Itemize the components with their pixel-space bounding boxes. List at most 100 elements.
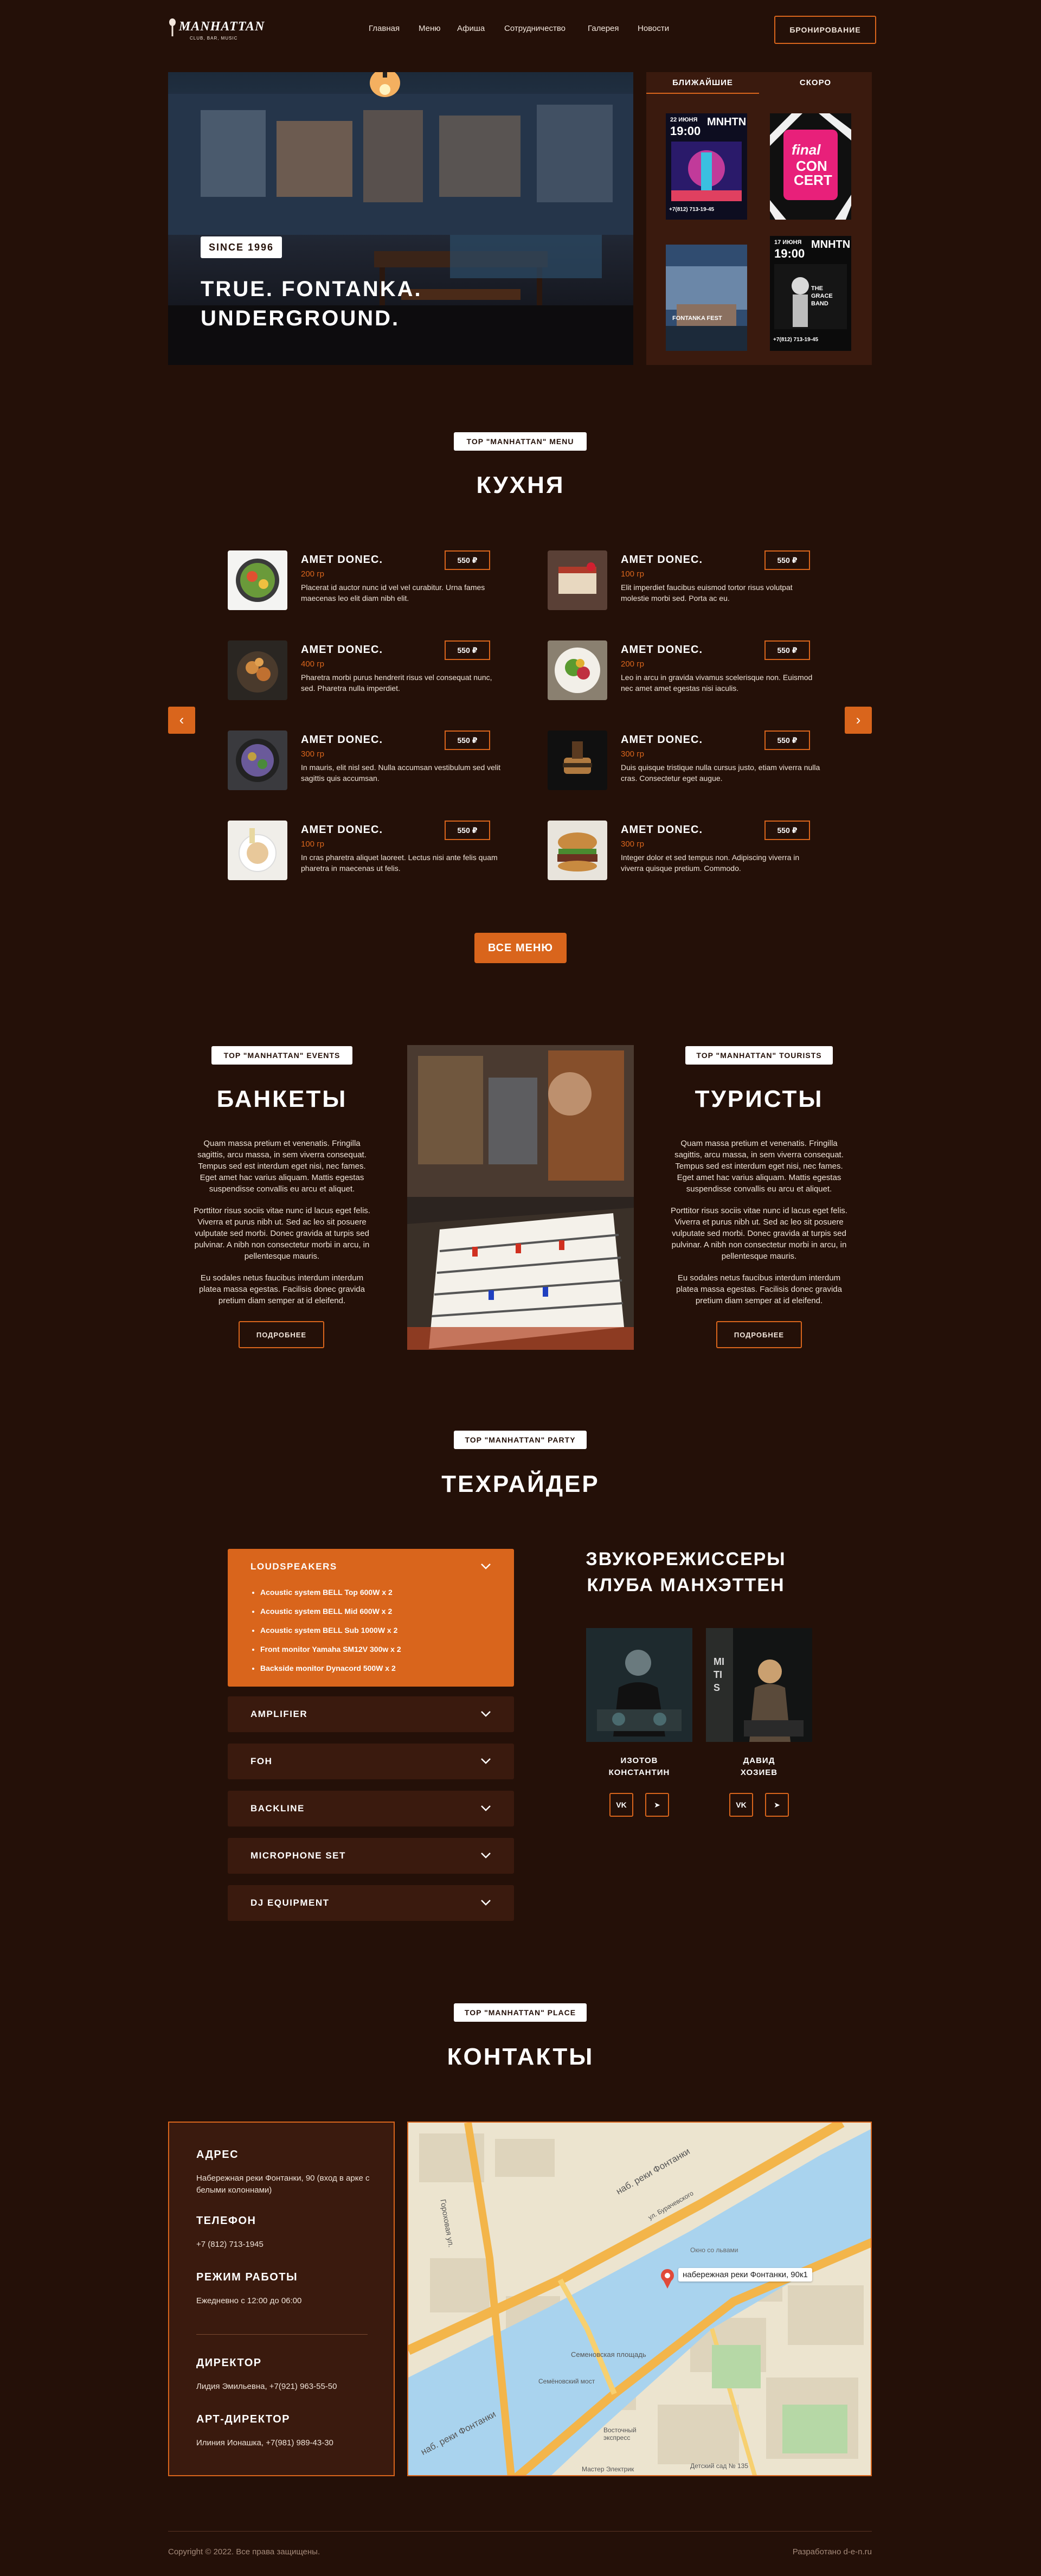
poster-date: 17 ИЮНЯ (774, 239, 802, 246)
logo-subtitle: CLUB, BAR, MUSIC (190, 36, 238, 41)
dish-price[interactable]: 550 ₽ (445, 821, 490, 840)
poster-time: 19:00 (670, 124, 701, 138)
foosball-image (407, 1045, 634, 1350)
dj-name-line1: ИЗОТОВ (620, 1756, 658, 1765)
nav-news[interactable]: Новости (638, 24, 669, 33)
accordion-backline[interactable]: BACKLINE (228, 1791, 514, 1827)
dish-description: Elit imperdiet faucibus euismod tortor r… (621, 583, 793, 603)
vk-button[interactable]: VK (609, 1793, 633, 1817)
accordion-dj-equipment[interactable]: DJ EQUIPMENT (228, 1885, 514, 1921)
poster-phone: +7(812) 713-19-45 (773, 337, 819, 343)
dish-photo (548, 550, 607, 610)
event-poster[interactable]: FONTANKA FEST (666, 245, 747, 351)
contacts-title: КОНТАКТЫ (447, 2043, 594, 2070)
menu-item[interactable]: AMET DONEC. 100 гр Elit imperdiet faucib… (548, 550, 851, 610)
accordion-open[interactable]: LOUDSPEAKERS Acoustic system BELL Top 60… (228, 1549, 514, 1687)
dish-weight: 300 гр (301, 749, 325, 759)
tourists-text: Quam massa pretium et venenatis. Fringil… (666, 1138, 852, 1317)
telegram-button[interactable]: ➤ (645, 1793, 669, 1817)
nav-home[interactable]: Главная (369, 24, 400, 33)
rider-tag: TOP "MANHATTAN" PARTY (454, 1431, 587, 1449)
menu-item[interactable]: AMET DONEC. 300 гр Integer dolor et sed … (548, 821, 851, 880)
menu-item[interactable]: AMET DONEC. 400 гр Pharetra morbi purus … (228, 640, 531, 700)
accordion-foh[interactable]: FOH (228, 1744, 514, 1779)
dish-weight: 200 гр (621, 659, 645, 669)
all-menu-button[interactable]: ВСЕ МЕНЮ (474, 933, 567, 963)
list-item: Acoustic system BELL Mid 600W x 2 (260, 1607, 499, 1626)
dish-name: AMET DONEC. (621, 554, 703, 566)
banquets-title: БАНКЕТЫ (216, 1086, 348, 1112)
nav-cooperation[interactable]: Сотрудничество (504, 24, 566, 33)
dish-price[interactable]: 550 ₽ (764, 821, 810, 840)
tourists-tag: TOP "MANHATTAN" TOURISTS (685, 1046, 833, 1065)
banquets-tag: TOP "MANHATTAN" EVENTS (211, 1046, 352, 1065)
art-director-label: АРТ-ДИРЕКТОР (196, 2413, 291, 2425)
menu-item[interactable]: AMET DONEC. 300 гр Duis quisque tristiqu… (548, 730, 851, 790)
chevron-up-icon[interactable] (479, 1560, 492, 1573)
dj-photo: MITIS (706, 1628, 812, 1742)
telegram-button[interactable]: ➤ (765, 1793, 789, 1817)
dish-weight: 100 гр (301, 840, 325, 849)
tab-nearest[interactable]: БЛИЖАЙШИЕ (646, 72, 759, 94)
dish-price[interactable]: 550 ₽ (764, 730, 810, 750)
contacts-tag: TOP "MANHATTAN" PLACE (454, 2003, 587, 2022)
dish-weight: 300 гр (621, 749, 645, 759)
footer-credit[interactable]: Разработано d-e-n.ru (781, 2547, 872, 2556)
chevron-down-icon[interactable] (479, 1896, 492, 1909)
footer-divider (168, 2531, 872, 2532)
map-place-label: Детский сад № 135 (690, 2462, 748, 2470)
dish-photo (548, 821, 607, 880)
logo[interactable]: MANHATTAN CLUB, BAR, MUSIC (168, 16, 264, 43)
map-place-label: Мастер Электрик (582, 2465, 634, 2473)
address-label: АДРЕС (196, 2149, 239, 2161)
dish-price[interactable]: 550 ₽ (764, 640, 810, 660)
dish-description: Leo in arcu in gravida vivamus scelerisq… (621, 673, 813, 693)
event-poster[interactable]: 17 ИЮНЯ 19:00 MNHTN THE GRACE BAND +7(81… (770, 236, 851, 351)
accordion-amplifier[interactable]: AMPLIFIER (228, 1696, 514, 1732)
djs-title-line1: ЗВУКОРЕЖИССЕРЫ (586, 1549, 786, 1569)
list-item: Acoustic system BELL Top 600W x 2 (260, 1588, 499, 1607)
dj-name-line2: ХОЗИЕВ (740, 1768, 778, 1777)
loudspeakers-list: Acoustic system BELL Top 600W x 2 Acoust… (260, 1588, 499, 1683)
booking-button[interactable]: БРОНИРОВАНИЕ (774, 16, 876, 44)
map-place-label: Семеновская площадь (571, 2350, 646, 2359)
dish-description: Duis quisque tristique nulla cursus just… (621, 763, 820, 783)
nav-menu[interactable]: Меню (419, 24, 441, 33)
dish-price[interactable]: 550 ₽ (445, 730, 490, 750)
menu-item[interactable]: AMET DONEC. 300 гр In mauris, elit nisl … (228, 730, 531, 790)
art-director-value: Илиния Ионашка, +7(981) 989-43-30 (196, 2438, 333, 2447)
banquets-paragraph: Porttitor risus sociis vitae nunc id lac… (194, 1206, 370, 1261)
dish-price[interactable]: 550 ₽ (445, 640, 490, 660)
tourists-more-button[interactable]: ПОДРОБНЕЕ (716, 1321, 802, 1348)
chevron-down-icon[interactable] (479, 1802, 492, 1815)
tab-soon[interactable]: СКОРО (759, 72, 872, 94)
dish-price[interactable]: 550 ₽ (445, 550, 490, 570)
map[interactable]: набережная реки Фонтанки, 90к1 наб. реки… (407, 2122, 872, 2476)
prev-arrow[interactable]: ‹ (168, 707, 195, 734)
banquets-more-button[interactable]: ПОДРОБНЕЕ (239, 1321, 324, 1348)
phone-value[interactable]: +7 (812) 713-1945 (196, 2239, 264, 2251)
foosball-photo (407, 1045, 634, 1350)
dish-price[interactable]: 550 ₽ (764, 550, 810, 570)
dj-photo-text: MITIS (714, 1656, 724, 1693)
event-poster[interactable]: final CON CERT (770, 113, 851, 220)
accordion-label: BACKLINE (250, 1803, 305, 1814)
dish-description: In mauris, elit nisl sed. Nulla accumsan… (301, 763, 501, 783)
menu-item[interactable]: AMET DONEC. 200 гр Leo in arcu in gravid… (548, 640, 851, 700)
nav-afisha[interactable]: Афиша (457, 24, 485, 33)
menu-item[interactable]: AMET DONEC. 200 гр Placerat id auctor nu… (228, 550, 531, 610)
tourists-paragraph: Eu sodales netus faucibus interdum inter… (676, 1273, 842, 1305)
dj-name-line2: КОНСТАНТИН (608, 1768, 670, 1777)
menu-item[interactable]: AMET DONEC. 100 гр In cras pharetra aliq… (228, 821, 531, 880)
accordion-microphone-set[interactable]: MICROPHONE SET (228, 1838, 514, 1874)
dish-weight: 300 гр (621, 840, 645, 849)
banquets-paragraph: Eu sodales netus faucibus interdum inter… (199, 1273, 365, 1305)
event-poster[interactable]: 22 ИЮНЯ 19:00 MNHTN +7(812) 713-19-45 (666, 113, 747, 220)
chevron-down-icon[interactable] (479, 1849, 492, 1862)
next-arrow[interactable]: › (845, 707, 872, 734)
nav-gallery[interactable]: Галерея (588, 24, 619, 33)
chevron-down-icon[interactable] (479, 1707, 492, 1720)
chevron-down-icon[interactable] (479, 1754, 492, 1767)
dj-name-line1: ДАВИД (743, 1756, 775, 1765)
vk-button[interactable]: VK (729, 1793, 753, 1817)
